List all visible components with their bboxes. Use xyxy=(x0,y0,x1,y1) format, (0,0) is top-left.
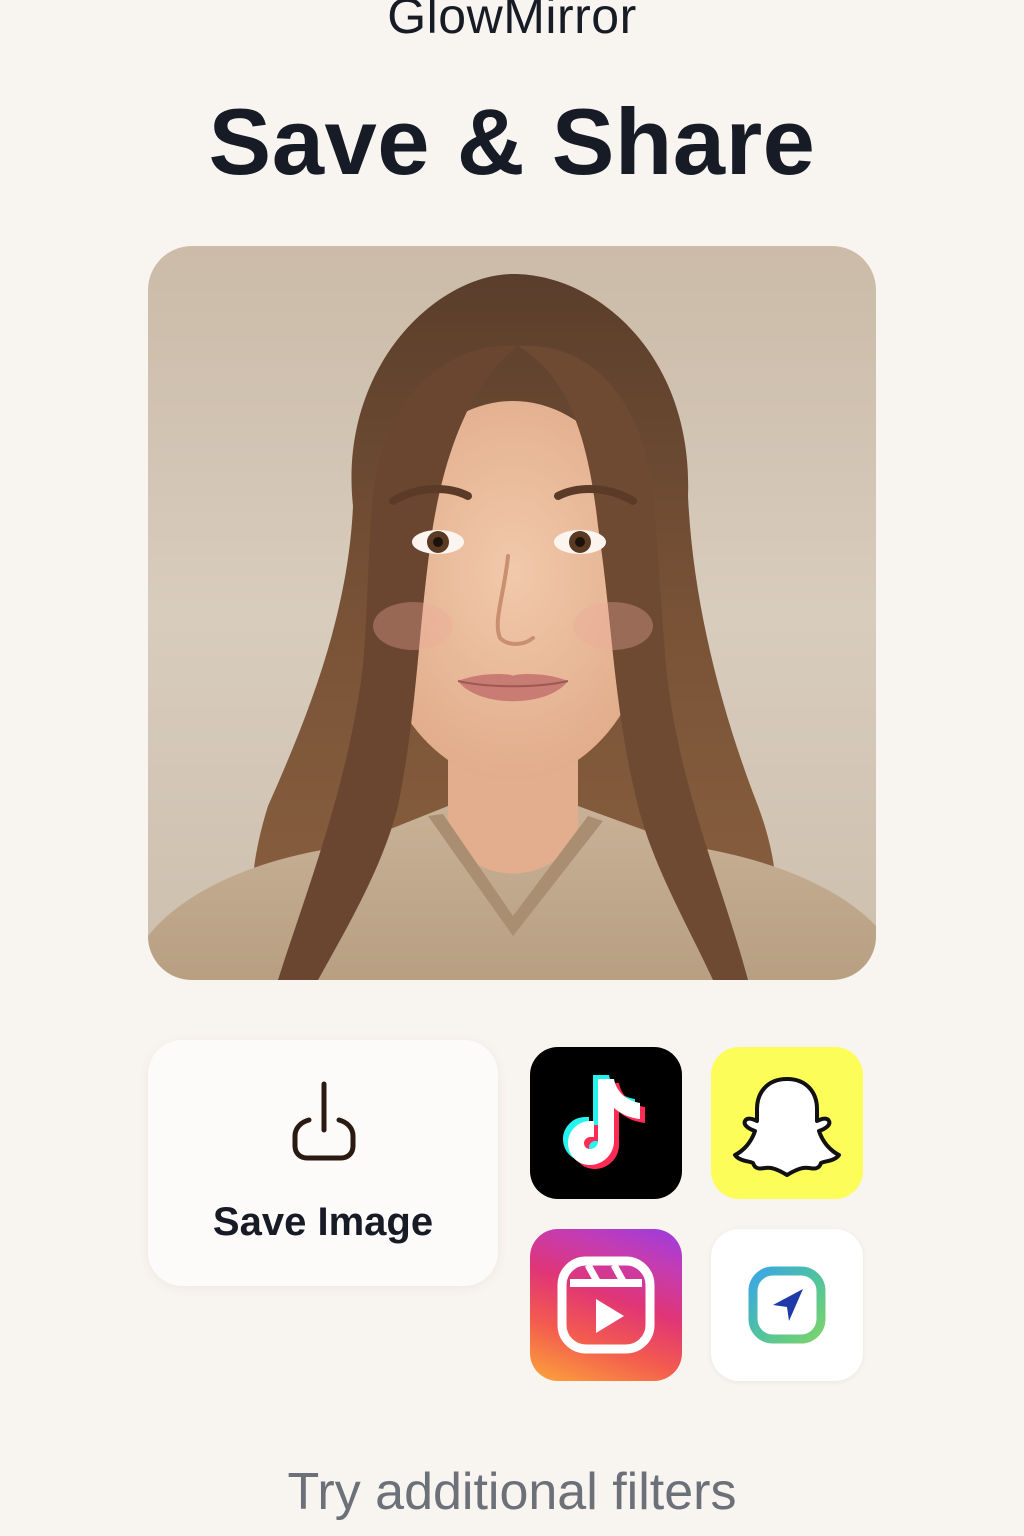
share-snapchat-button[interactable] xyxy=(711,1047,863,1199)
try-filters-link[interactable]: Try additional filters xyxy=(0,1462,1024,1522)
tiktok-icon xyxy=(563,1075,645,1169)
share-tiktok-button[interactable] xyxy=(530,1047,682,1199)
page-title: Save & Share xyxy=(208,89,816,194)
save-image-label: Save Image xyxy=(212,1200,434,1244)
portrait-image xyxy=(148,274,876,980)
snapchat-icon xyxy=(733,1077,841,1177)
send-icon xyxy=(748,1266,826,1344)
save-share-screen: GlowMirror Save & Share Save Image Try a… xyxy=(0,0,1024,1536)
download-icon xyxy=(292,1081,356,1161)
save-image-button[interactable]: Save Image xyxy=(148,1040,498,1286)
share-send-button[interactable] xyxy=(711,1229,863,1381)
share-reels-button[interactable] xyxy=(530,1229,682,1381)
portrait-preview xyxy=(148,246,876,980)
reels-icon xyxy=(557,1256,655,1354)
app-name: GlowMirror xyxy=(387,0,637,44)
